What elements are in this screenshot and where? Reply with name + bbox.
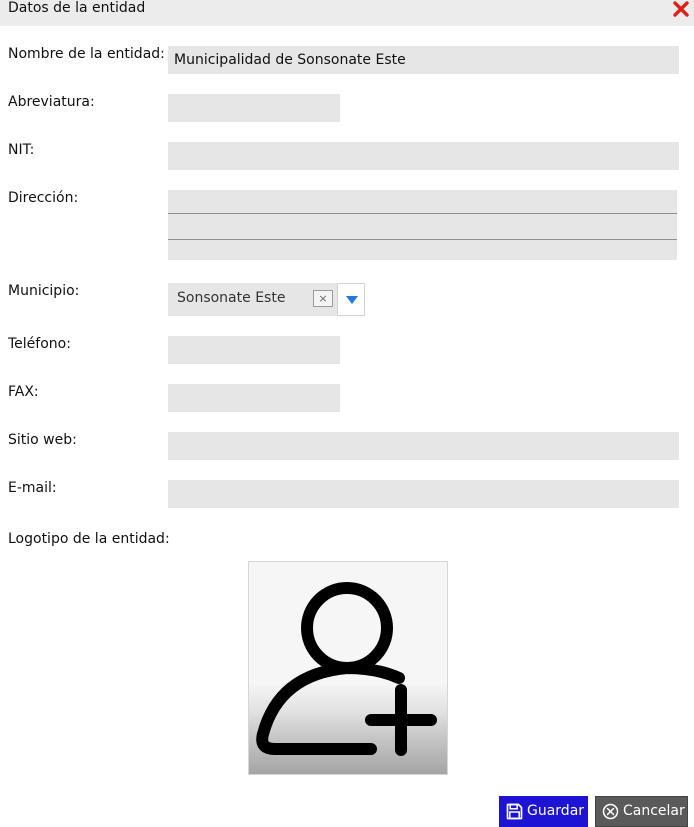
municipio-select[interactable]: Sonsonate Este × (168, 283, 365, 316)
circle-x-icon (602, 803, 619, 820)
add-user-icon (256, 582, 437, 756)
abreviatura-label: Abreviatura: (8, 94, 95, 110)
abreviatura-input[interactable] (168, 94, 340, 122)
nit-label: NIT: (8, 142, 35, 158)
logo-label: Logotipo de la entidad: (8, 531, 170, 547)
direccion-textarea[interactable] (168, 190, 677, 260)
logo-upload[interactable] (248, 561, 448, 775)
web-input[interactable] (168, 432, 679, 460)
municipio-selected-value: Sonsonate Este (177, 290, 286, 306)
web-label: Sitio web: (8, 432, 77, 448)
dropdown-toggle[interactable] (337, 283, 365, 316)
telefono-input[interactable] (168, 336, 340, 364)
save-button-label: Guardar (527, 803, 585, 819)
fax-input[interactable] (168, 384, 340, 412)
direccion-line-1 (168, 213, 677, 214)
email-input[interactable] (168, 480, 679, 508)
nombre-input[interactable]: Municipalidad de Sonsonate Este (168, 46, 679, 74)
close-icon[interactable] (671, 0, 691, 19)
triangle-down-icon (346, 296, 358, 304)
cancel-button[interactable]: Cancelar (595, 796, 688, 827)
municipio-label: Municipio: (8, 283, 80, 299)
clear-selection-icon[interactable]: × (313, 290, 333, 307)
cancel-button-label: Cancelar (623, 803, 685, 819)
save-button[interactable]: Guardar (499, 796, 588, 827)
fax-label: FAX: (8, 384, 39, 400)
nombre-label: Nombre de la entidad: (8, 46, 165, 62)
floppy-disk-icon (506, 803, 523, 820)
telefono-label: Teléfono: (8, 336, 71, 352)
email-label: E-mail: (8, 480, 57, 496)
municipio-select-field[interactable]: Sonsonate Este × (168, 283, 337, 316)
nit-input[interactable] (168, 142, 679, 170)
direccion-label: Dirección: (8, 190, 79, 206)
dialog-titlebar: Datos de la entidad (0, 0, 694, 26)
dialog-title: Datos de la entidad (8, 0, 146, 16)
entity-dialog: Datos de la entidad Nombre de la entidad… (0, 0, 694, 827)
direccion-line-2 (168, 239, 677, 240)
